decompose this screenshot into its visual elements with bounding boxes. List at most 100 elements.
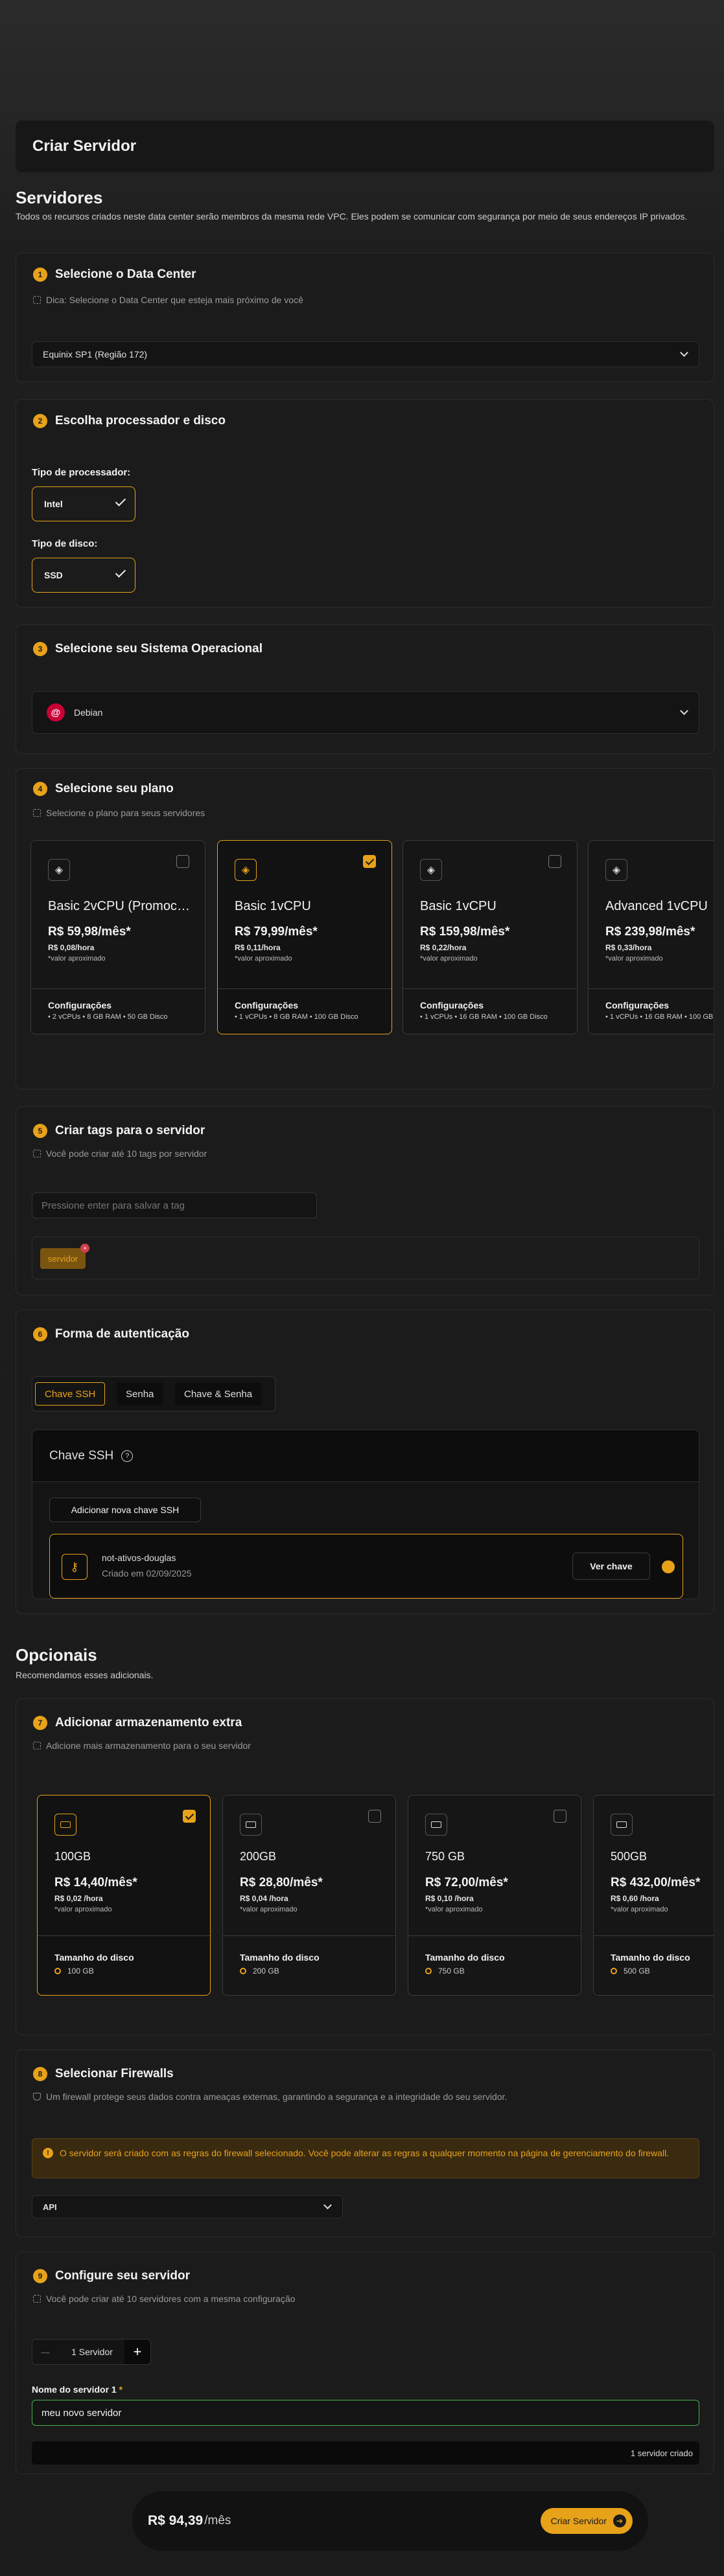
plan-approx: *valor aproximado: [605, 955, 663, 963]
storage-checkbox[interactable]: [368, 1810, 381, 1823]
storage-size-label: Tamanho do disco: [54, 1952, 134, 1963]
storage-size-label: Tamanho do disco: [611, 1952, 690, 1963]
firewall-value: API: [43, 2202, 57, 2212]
storage-name: 500GB: [611, 1850, 648, 1863]
disk-icon: [425, 1814, 447, 1836]
storage-checkbox[interactable]: [554, 1810, 566, 1823]
key-date: Criado em 02/09/2025: [102, 1568, 192, 1579]
plan-checkbox[interactable]: [363, 855, 376, 868]
storage-name: 750 GB: [425, 1850, 465, 1863]
decrement-button[interactable]: —: [32, 2340, 58, 2364]
view-key-button[interactable]: Ver chave: [572, 1553, 650, 1580]
processor-section: 2 Escolha processador e disco Tipo de pro…: [16, 399, 714, 608]
storage-checkbox[interactable]: [183, 1810, 196, 1823]
increment-button[interactable]: +: [124, 2340, 150, 2364]
warning-text: O servidor será criado com as regras do …: [60, 2148, 670, 2158]
storage-card[interactable]: 100GB R$ 14,40/mês* R$ 0,02 /hora *valor…: [37, 1795, 211, 1996]
disk-size-icon: [54, 1968, 61, 1974]
section-hint: Adicione mais armazenamento para o seu s…: [46, 1740, 251, 1751]
page-header: Criar Servidor: [16, 120, 714, 172]
create-server-button[interactable]: Criar Servidor ➔: [540, 2508, 633, 2534]
help-icon[interactable]: ?: [121, 1450, 134, 1462]
datacenter-select[interactable]: Equinix SP1 (Região 172): [32, 341, 699, 367]
disk-icon: [240, 1814, 262, 1836]
arrow-right-icon: ➔: [613, 2514, 626, 2527]
storage-card[interactable]: 750 GB R$ 72,00/mês* R$ 0,10 /hora *valo…: [408, 1795, 581, 1996]
ssh-panel: Chave SSH ? Adicionar nova chave SSH ⚷ n…: [32, 1430, 699, 1599]
disk-icon: [54, 1814, 76, 1836]
plans-section: 4 Selecione seu plano Selecione o plano p…: [16, 768, 714, 1089]
grid-icon: [33, 2295, 41, 2303]
close-icon[interactable]: ×: [80, 1244, 90, 1253]
section-title: Selecionar Firewalls: [55, 2067, 174, 2080]
section-hint: Você pode criar até 10 servidores com a …: [46, 2294, 296, 2304]
servers-description: Todos os recursos criados neste data cen…: [16, 211, 688, 222]
storage-hourly: R$ 0,04 /hora: [240, 1894, 288, 1903]
info-icon: [33, 296, 41, 304]
tag-chip[interactable]: servidor ×: [40, 1244, 90, 1269]
storage-card[interactable]: 500GB R$ 432,00/mês* R$ 0,60 /hora *valo…: [593, 1795, 714, 1996]
server-name-input[interactable]: [32, 2400, 699, 2426]
tab-chave-e-senha[interactable]: Chave & Senha: [175, 1382, 262, 1406]
storage-approx: *valor aproximado: [54, 1906, 112, 1913]
section-title: Selecione seu plano: [55, 782, 174, 795]
optionals-title: Opcionais: [16, 1645, 97, 1665]
option-label: Intel: [44, 499, 63, 509]
section-title: Escolha processador e disco: [55, 414, 226, 427]
storage-price: R$ 72,00/mês*: [425, 1876, 508, 1889]
plan-card[interactable]: ◈ Advanced 1vCPU R$ 239,98/mês* R$ 0,33/…: [588, 840, 714, 1034]
plan-card[interactable]: ◈ Basic 1vCPU R$ 159,98/mês* R$ 0,22/hor…: [403, 840, 578, 1034]
panel-title: Chave SSH: [49, 1448, 114, 1463]
storage-size: 200 GB: [253, 1966, 279, 1976]
os-value: Debian: [74, 707, 103, 718]
storage-price: R$ 28,80/mês*: [240, 1876, 323, 1889]
chevron-down-icon: [323, 2201, 332, 2209]
plan-specs: • 1 vCPUs • 16 GB RAM • 100 GB Disco: [605, 1013, 714, 1021]
plan-hourly: R$ 0,08/hora: [48, 943, 95, 952]
tab-senha[interactable]: Senha: [117, 1382, 163, 1406]
plan-price: R$ 159,98/mês*: [420, 925, 510, 939]
section-title: Configure seu servidor: [55, 2269, 190, 2283]
server-count: 1 Servidor: [71, 2347, 113, 2357]
storage-card[interactable]: 200GB R$ 28,80/mês* R$ 0,04 /hora *valor…: [222, 1795, 396, 1996]
summary-bar: 1 servidor criado: [32, 2441, 699, 2465]
plan-checkbox[interactable]: [548, 855, 561, 868]
layers-icon: ◈: [420, 859, 442, 881]
datacenter-value: Equinix SP1 (Região 172): [43, 349, 148, 359]
section-title: Selecione o Data Center: [55, 268, 196, 281]
grid-icon: [33, 1150, 41, 1157]
plan-checkbox[interactable]: [176, 855, 189, 868]
section-title: Adicionar armazenamento extra: [55, 1716, 242, 1729]
plan-card[interactable]: ◈ Basic 2vCPU (Promocional) R$ 59,98/mês…: [30, 840, 205, 1034]
tab-chave-ssh[interactable]: Chave SSH: [35, 1382, 106, 1406]
firewall-select[interactable]: API: [32, 2195, 343, 2218]
storage-approx: *valor aproximado: [611, 1906, 668, 1913]
step-number: 9: [33, 2269, 47, 2283]
tag-input[interactable]: [32, 1192, 317, 1218]
storage-size: 500 GB: [624, 1966, 650, 1976]
grid-icon: [33, 1742, 41, 1750]
option-label: SSD: [44, 570, 63, 580]
section-hint: Um firewall protege seus dados contra am…: [46, 2092, 508, 2102]
storage-approx: *valor aproximado: [240, 1906, 298, 1913]
storage-price: R$ 14,40/mês*: [54, 1876, 137, 1889]
summary-text: 1 servidor criado: [630, 2448, 693, 2458]
storage-size-label: Tamanho do disco: [240, 1952, 320, 1963]
plan-config-label: Configurações: [420, 1000, 484, 1010]
os-select[interactable]: @ Debian: [32, 691, 699, 734]
add-ssh-key-button[interactable]: Adicionar nova chave SSH: [49, 1498, 201, 1522]
plan-approx: *valor aproximado: [420, 955, 478, 963]
plan-price: R$ 239,98/mês*: [605, 925, 695, 939]
check-icon: [115, 567, 126, 578]
plan-config-label: Configurações: [235, 1000, 299, 1010]
auth-tabs: Chave SSH Senha Chave & Senha: [32, 1376, 275, 1411]
step-number: 2: [33, 414, 47, 428]
plan-card[interactable]: ◈ Basic 1vCPU R$ 79,99/mês* R$ 0,11/hora…: [217, 840, 392, 1034]
storage-name: 200GB: [240, 1850, 277, 1863]
disk-option-ssd[interactable]: SSD: [32, 558, 135, 593]
disk-size-icon: [425, 1968, 432, 1974]
processor-option-intel[interactable]: Intel: [32, 486, 135, 521]
server-name-label: Nome do servidor 1 *: [32, 2384, 123, 2395]
plan-approx: *valor aproximado: [235, 955, 292, 963]
ssh-key-item[interactable]: ⚷ not-ativos-douglas Criado em 02/09/202…: [49, 1534, 683, 1599]
